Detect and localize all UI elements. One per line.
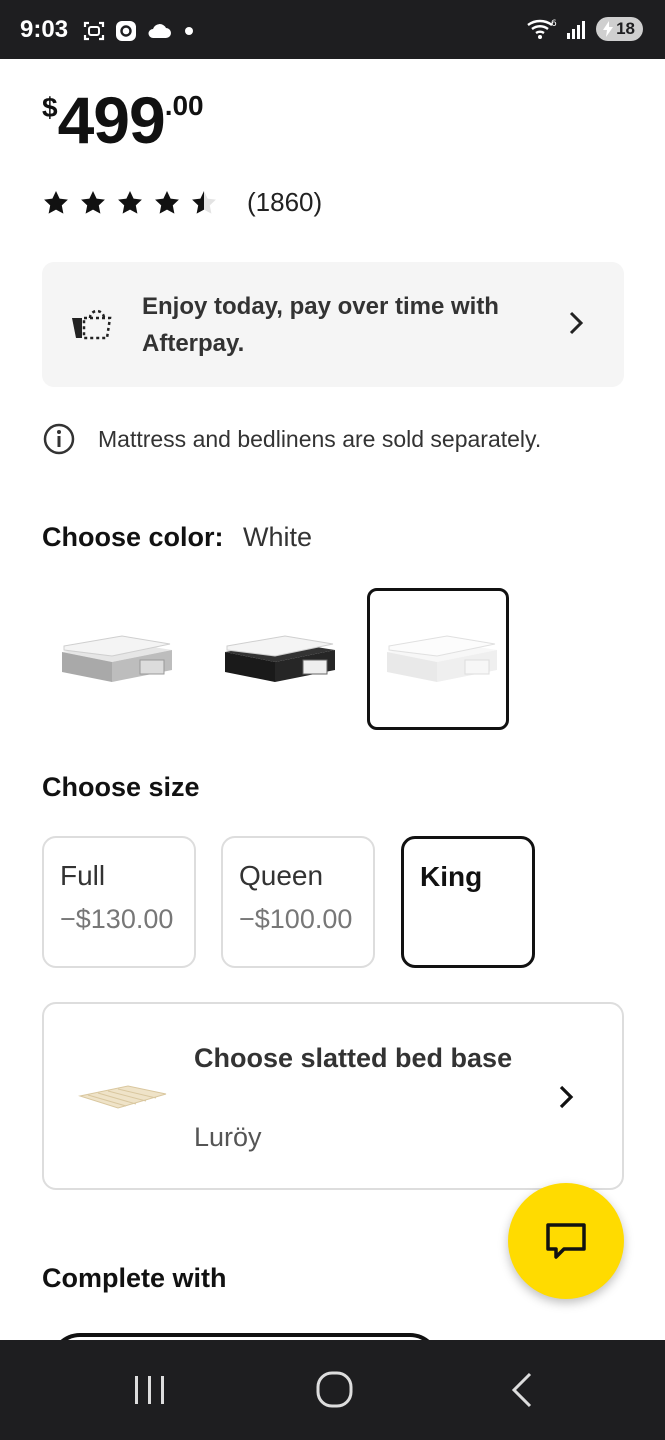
- chat-icon: [546, 1223, 586, 1259]
- slatted-bed-base-selector[interactable]: Choose slatted bed base Luröy: [42, 1002, 624, 1190]
- bed-white-image: [387, 635, 497, 682]
- color-heading: Choose color: White: [42, 522, 312, 553]
- price-currency: $: [42, 92, 58, 123]
- battery-indicator: 18: [596, 17, 643, 41]
- size-option-full[interactable]: Full −$130.00: [42, 836, 196, 968]
- size-name: Queen: [239, 860, 324, 891]
- back-icon[interactable]: [508, 1370, 538, 1410]
- shopping-bag-icon: [72, 309, 112, 340]
- bed-black-image: [225, 635, 335, 682]
- home-icon[interactable]: [314, 1370, 356, 1410]
- star-icon: [81, 190, 105, 214]
- star-icon: [192, 190, 216, 214]
- complete-with-heading: Complete with: [42, 1263, 227, 1293]
- status-bar: 9:03 6 18: [0, 0, 665, 59]
- size-option-king[interactable]: King: [401, 836, 535, 968]
- system-navigation-bar: [0, 1340, 665, 1440]
- product-rating[interactable]: (1860): [42, 187, 322, 218]
- color-swatch-gray[interactable]: [42, 588, 184, 730]
- app-notification-icon: [116, 21, 136, 41]
- battery-level: 18: [616, 19, 635, 38]
- chevron-right-icon: [569, 311, 584, 335]
- product-price: $ 499 .00: [42, 84, 204, 156]
- screenshot-icon: [83, 21, 105, 41]
- size-heading: Choose size: [42, 772, 200, 802]
- slatted-base-subtitle: Luröy: [194, 1122, 262, 1152]
- dot-icon: [185, 27, 193, 35]
- signal-icon: [567, 21, 586, 39]
- chevron-right-icon: [559, 1085, 574, 1109]
- info-icon: [43, 423, 75, 455]
- afterpay-text: Enjoy today, pay over time with Afterpay…: [142, 293, 499, 357]
- review-count: (1860): [247, 187, 323, 217]
- recent-apps-icon[interactable]: [132, 1370, 168, 1410]
- afterpay-banner[interactable]: Enjoy today, pay over time with Afterpay…: [42, 262, 624, 387]
- color-swatch-white[interactable]: [367, 588, 509, 730]
- svg-text:6: 6: [551, 19, 557, 29]
- color-selected: White: [243, 522, 313, 552]
- slatted-base-title: Choose slatted bed base: [194, 1043, 513, 1073]
- info-text: Mattress and bedlinens are sold separate…: [98, 425, 542, 452]
- color-label: Choose color:: [42, 522, 224, 552]
- charging-icon: [603, 21, 614, 37]
- info-notice: Mattress and bedlinens are sold separate…: [42, 422, 541, 456]
- star-icon: [118, 190, 142, 214]
- size-name: Full: [60, 860, 106, 891]
- star-icon: [44, 190, 68, 214]
- status-time: 9:03: [20, 16, 69, 43]
- star-icon: [155, 190, 179, 214]
- rating-stars: [42, 189, 227, 217]
- size-price-diff: −$100.00: [239, 904, 353, 934]
- size-option-queen[interactable]: Queen −$100.00: [221, 836, 375, 968]
- slatted-base-image: [78, 1085, 167, 1109]
- chat-button[interactable]: [508, 1183, 624, 1299]
- cloud-icon: [148, 24, 171, 38]
- price-cents: .00: [164, 90, 204, 121]
- bed-gray-image: [62, 635, 172, 682]
- size-name: King: [420, 861, 483, 892]
- wifi-icon: 6: [527, 19, 557, 39]
- color-swatch-black-brown[interactable]: [205, 588, 347, 730]
- price-main: 499: [57, 83, 166, 157]
- size-price-diff: −$130.00: [60, 904, 174, 934]
